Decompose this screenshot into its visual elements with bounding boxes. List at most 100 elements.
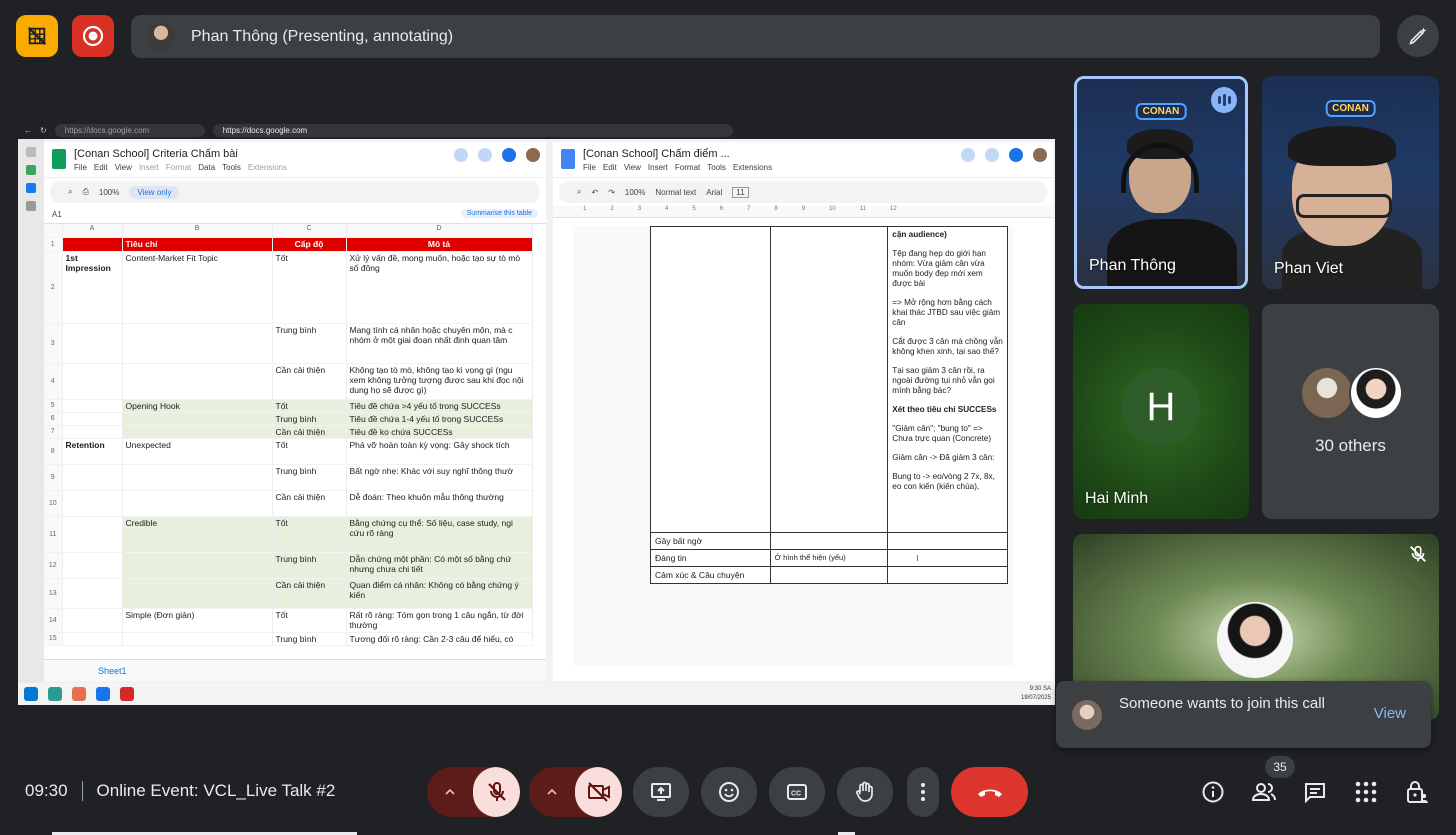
edge-icon[interactable] bbox=[48, 687, 62, 701]
add-icon[interactable] bbox=[26, 201, 36, 211]
cell[interactable] bbox=[122, 490, 273, 517]
menu-insert[interactable]: Insert bbox=[648, 163, 668, 172]
mic-options-button[interactable] bbox=[427, 767, 473, 817]
cell[interactable]: Quan điểm cá nhân: Không có bằng chứng ý… bbox=[346, 578, 533, 609]
menu-view[interactable]: View bbox=[624, 163, 641, 172]
cell[interactable]: Phá vỡ hoàn toàn kỳ vọng: Gây shock tích bbox=[346, 438, 533, 465]
annotate-button[interactable] bbox=[1397, 15, 1439, 57]
menu-format[interactable]: Format bbox=[166, 163, 191, 172]
menu-edit[interactable]: Edit bbox=[603, 163, 617, 172]
cell[interactable]: Bất ngờ nhẹ: Khác với suy nghĩ thông thư… bbox=[346, 464, 533, 491]
cell[interactable]: Trung bình bbox=[272, 412, 347, 426]
cell[interactable] bbox=[122, 578, 273, 609]
cell[interactable]: Tốt bbox=[272, 438, 347, 465]
share-icon[interactable] bbox=[502, 148, 516, 162]
cell[interactable] bbox=[62, 323, 123, 364]
menu-edit[interactable]: Edit bbox=[94, 163, 108, 172]
toggle-camera-button[interactable] bbox=[575, 767, 622, 817]
cell[interactable]: Tốt bbox=[272, 251, 347, 324]
redo-icon[interactable]: ↷ bbox=[608, 188, 615, 197]
extension-icon[interactable] bbox=[26, 165, 36, 175]
toggle-microphone-button[interactable] bbox=[473, 767, 520, 817]
cell[interactable] bbox=[62, 608, 123, 633]
chat-button[interactable] bbox=[1299, 776, 1331, 808]
header-cell[interactable]: Tiêu chí bbox=[122, 237, 273, 252]
cell[interactable] bbox=[650, 226, 771, 533]
style-select[interactable]: Normal text bbox=[655, 188, 696, 197]
cell[interactable]: Xử lý vấn đề, mong muốn, hoặc tạo sự tò … bbox=[346, 251, 533, 324]
windows-start-icon[interactable] bbox=[24, 687, 38, 701]
cell[interactable] bbox=[62, 552, 123, 579]
reactions-button[interactable] bbox=[701, 767, 757, 817]
cell[interactable]: Trung bình bbox=[272, 323, 347, 364]
cell[interactable] bbox=[769, 566, 889, 584]
cell[interactable]: Tiêu đề ko chứa SUCCESs bbox=[346, 425, 533, 439]
cell[interactable]: Rất rõ ràng: Tóm gọn trong 1 câu ngắn, t… bbox=[346, 608, 533, 633]
others-tile[interactable]: 30 others bbox=[1262, 304, 1439, 519]
facebook-icon[interactable] bbox=[26, 183, 36, 193]
cell[interactable] bbox=[62, 516, 123, 553]
cell[interactable]: cận audience) Tệp đang hẹp do giới hạn n… bbox=[887, 226, 1008, 533]
header-cell[interactable]: Mô tả bbox=[346, 237, 533, 252]
summarise-table-button[interactable]: Summarise this table bbox=[460, 209, 538, 218]
cell-reference[interactable]: A1 bbox=[52, 210, 62, 219]
reload-icon[interactable]: ↻ bbox=[40, 126, 47, 135]
cell[interactable]: Tốt bbox=[272, 608, 347, 633]
menu-file[interactable]: File bbox=[583, 163, 596, 172]
menu-insert[interactable]: Insert bbox=[139, 163, 159, 172]
cell[interactable] bbox=[769, 226, 889, 533]
cell[interactable]: Credible bbox=[122, 516, 273, 553]
cell[interactable]: Content-Market Fit Topic bbox=[122, 251, 273, 324]
menu-extensions[interactable]: Extensions bbox=[733, 163, 772, 172]
chrome-icon[interactable] bbox=[120, 687, 134, 701]
cell[interactable]: Cần cải thiện bbox=[272, 578, 347, 609]
cell[interactable]: Trung bình bbox=[272, 464, 347, 491]
cell[interactable] bbox=[62, 425, 123, 439]
cell[interactable]: Tốt bbox=[272, 399, 347, 413]
hide-self-view-button[interactable] bbox=[16, 15, 58, 57]
participant-tile-phan-thong[interactable]: CONAN Phan Thông bbox=[1074, 76, 1248, 289]
cell[interactable] bbox=[62, 399, 123, 413]
search-icon[interactable]: ⌕ bbox=[577, 187, 581, 197]
sheet-tab[interactable]: Sheet1 bbox=[98, 666, 127, 676]
cell[interactable] bbox=[122, 552, 273, 579]
participant-tile-hai-minh[interactable]: H Hai Minh bbox=[1073, 304, 1249, 519]
cell[interactable] bbox=[887, 566, 1008, 584]
participant-tile-phan-viet[interactable]: CONAN Phan Viet bbox=[1262, 76, 1439, 289]
header-cell[interactable] bbox=[62, 237, 123, 252]
cell[interactable]: Tiêu đề chứa >4 yếu tố trong SUCCESs bbox=[346, 399, 533, 413]
print-icon[interactable]: ⎙ bbox=[82, 187, 88, 197]
comment-icon[interactable] bbox=[985, 148, 999, 162]
font-select[interactable]: Arial bbox=[706, 188, 722, 197]
browser-url-right[interactable]: https://docs.google.com bbox=[212, 123, 733, 137]
meeting-details-button[interactable] bbox=[1197, 776, 1229, 808]
present-screen-button[interactable] bbox=[633, 767, 689, 817]
cell[interactable] bbox=[122, 632, 273, 646]
tab-icon[interactable] bbox=[26, 147, 36, 157]
zoom-select[interactable]: 100% bbox=[99, 188, 119, 197]
menu-data[interactable]: Data bbox=[198, 163, 215, 172]
cell[interactable] bbox=[887, 532, 1008, 550]
people-button[interactable] bbox=[1248, 776, 1280, 808]
cell[interactable] bbox=[122, 464, 273, 491]
cell[interactable]: Gây bất ngờ bbox=[650, 532, 771, 550]
captions-button[interactable]: CC bbox=[769, 767, 825, 817]
cell[interactable]: Mang tính cá nhân hoặc chuyên môn, mà c … bbox=[346, 323, 533, 364]
history-icon[interactable] bbox=[961, 148, 975, 162]
system-clock[interactable]: 9:30 SA 19/07/2025 bbox=[1021, 685, 1051, 703]
account-avatar[interactable] bbox=[526, 148, 540, 162]
cell[interactable] bbox=[122, 412, 273, 426]
header-cell[interactable]: Cấp độ bbox=[272, 237, 347, 252]
cell[interactable] bbox=[62, 490, 123, 517]
view-only-badge[interactable]: View only bbox=[129, 185, 180, 199]
cell[interactable]: Tương đối rõ ràng: Cần 2-3 câu để hiểu, … bbox=[346, 632, 533, 646]
menu-tools[interactable]: Tools bbox=[707, 163, 726, 172]
cell[interactable]: Cần cải thiện bbox=[272, 363, 347, 400]
cell[interactable]: Ở hình thể hiện (yếu) bbox=[769, 549, 889, 567]
cell[interactable] bbox=[122, 363, 273, 400]
column-header[interactable]: A bbox=[62, 224, 123, 238]
cell[interactable] bbox=[122, 425, 273, 439]
cell[interactable]: Bằng chứng cụ thể: Số liệu, case study, … bbox=[346, 516, 533, 553]
menu-tools[interactable]: Tools bbox=[222, 163, 241, 172]
view-join-request-button[interactable]: View bbox=[1374, 705, 1406, 722]
